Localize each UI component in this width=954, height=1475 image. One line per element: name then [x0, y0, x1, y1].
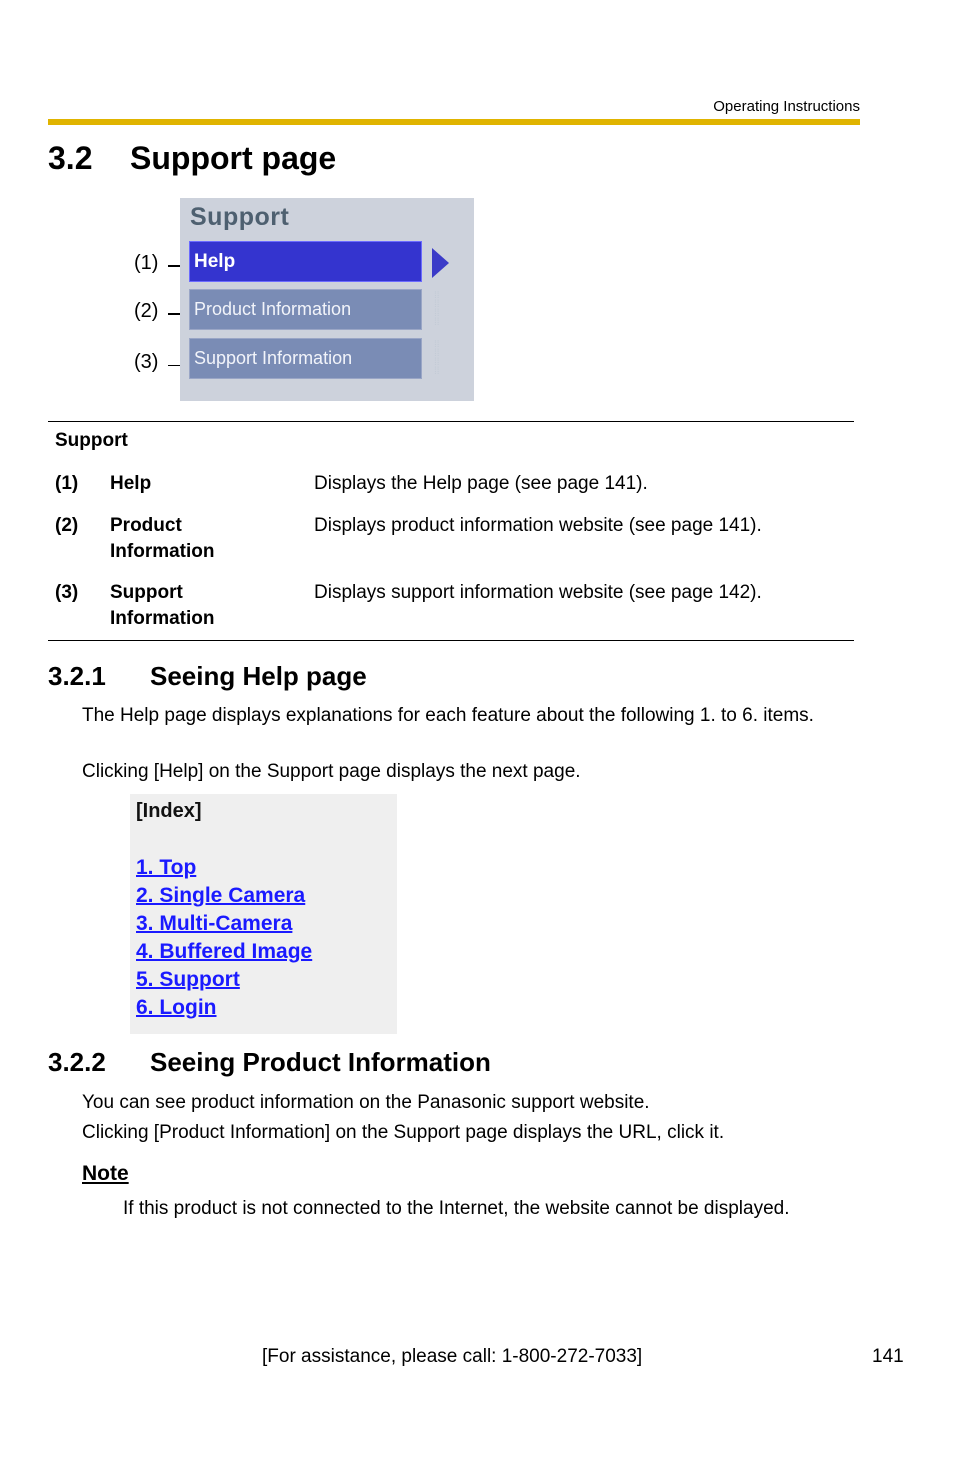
table-top-rule	[48, 421, 854, 422]
index-link-multi-camera[interactable]: 3. Multi-Camera	[136, 912, 292, 935]
table-bottom-rule	[48, 640, 854, 641]
index-item: 5. Support	[136, 966, 312, 994]
index-link-support[interactable]: 5. Support	[136, 968, 240, 991]
dotted-arrow-icon: ⁞⁞ ⁞⁞ ⁞⁞ ⁞⁞	[434, 291, 440, 327]
index-link-login[interactable]: 6. Login	[136, 996, 217, 1019]
callout-2: (2)	[134, 300, 159, 322]
menu-item-product-information[interactable]: Product Information	[189, 289, 422, 330]
subsection-1-paragraph-1: The Help page displays explanations for …	[82, 705, 814, 726]
page-number: 141	[872, 1346, 904, 1367]
footer-assistance: [For assistance, please call: 1-800-272-…	[262, 1346, 643, 1367]
section-number: 3.2	[48, 140, 93, 176]
table-row-1-description: Displays the Help page (see page 141).	[314, 473, 648, 494]
index-link-buffered-image[interactable]: 4. Buffered Image	[136, 940, 312, 963]
index-item: 4. Buffered Image	[136, 938, 312, 966]
help-index-screenshot: [Index] 1. Top 2. Single Camera 3. Multi…	[130, 794, 397, 1034]
index-item: 1. Top	[136, 854, 312, 882]
note-title: Note	[82, 1162, 129, 1185]
subsection-2-number: 3.2.2	[48, 1047, 106, 1077]
index-item: 3. Multi-Camera	[136, 910, 312, 938]
callout-1: (1)	[134, 252, 159, 274]
running-header: Operating Instructions	[713, 98, 860, 115]
arrow-right-icon	[432, 248, 449, 278]
table-row-2-name-line-2: Information	[110, 541, 215, 562]
table-row-2-name: Product Information	[110, 513, 215, 565]
index-item: 6. Login	[136, 994, 312, 1022]
table-row-1-num: (1)	[55, 473, 79, 494]
section-title: Support page	[130, 140, 337, 176]
subsection-1-title: Seeing Help page	[150, 661, 367, 691]
index-link-single-camera[interactable]: 2. Single Camera	[136, 884, 305, 907]
index-link-list: 1. Top 2. Single Camera 3. Multi-Camera …	[136, 854, 312, 1022]
index-title: [Index]	[136, 800, 202, 822]
dotted-arrow-icon: ⁞⁞ ⁞⁞ ⁞⁞ ⁞⁞	[434, 340, 440, 376]
table-row-1-name: Help	[110, 473, 152, 494]
table-row-2-name-line-1: Product	[110, 515, 182, 536]
table-row-3-description: Displays support information website (se…	[314, 582, 762, 603]
table-row-3-name-line-2: Information	[110, 608, 215, 629]
table-row-3-name: Support Information	[110, 580, 215, 632]
subsection-2-title: Seeing Product Information	[150, 1047, 491, 1077]
index-link-top[interactable]: 1. Top	[136, 856, 196, 879]
subsection-2-heading: 3.2.2 Seeing Product Information	[48, 1047, 491, 1078]
subsection-2-paragraph-1: You can see product information on the P…	[82, 1092, 650, 1113]
subsection-1-paragraph-2: Clicking [Help] on the Support page disp…	[82, 761, 581, 782]
subsection-1-number: 3.2.1	[48, 661, 106, 691]
table-row-3-name-line-1: Support	[110, 582, 183, 603]
subsection-1-heading: 3.2.1 Seeing Help page	[48, 661, 367, 692]
table-row-3-num: (3)	[55, 582, 79, 603]
note-body: If this product is not connected to the …	[123, 1198, 790, 1219]
menu-item-support-information[interactable]: Support Information	[189, 338, 422, 379]
menu-item-help[interactable]: Help	[189, 241, 422, 282]
header-rule	[48, 119, 860, 125]
subsection-2-paragraph-2: Clicking [Product Information] on the Su…	[82, 1122, 725, 1143]
table-heading: Support	[55, 430, 128, 451]
index-item: 2. Single Camera	[136, 882, 312, 910]
table-row-2-num: (2)	[55, 515, 79, 536]
support-menu-title: Support	[190, 203, 290, 231]
section-heading: 3.2 Support page	[48, 140, 336, 177]
support-menu-screenshot: Support Help Product Information ⁞⁞ ⁞⁞ ⁞⁞ ⁞…	[180, 198, 474, 401]
table-row-2-description: Displays product information website (se…	[314, 515, 762, 536]
callout-3: (3)	[134, 351, 159, 373]
